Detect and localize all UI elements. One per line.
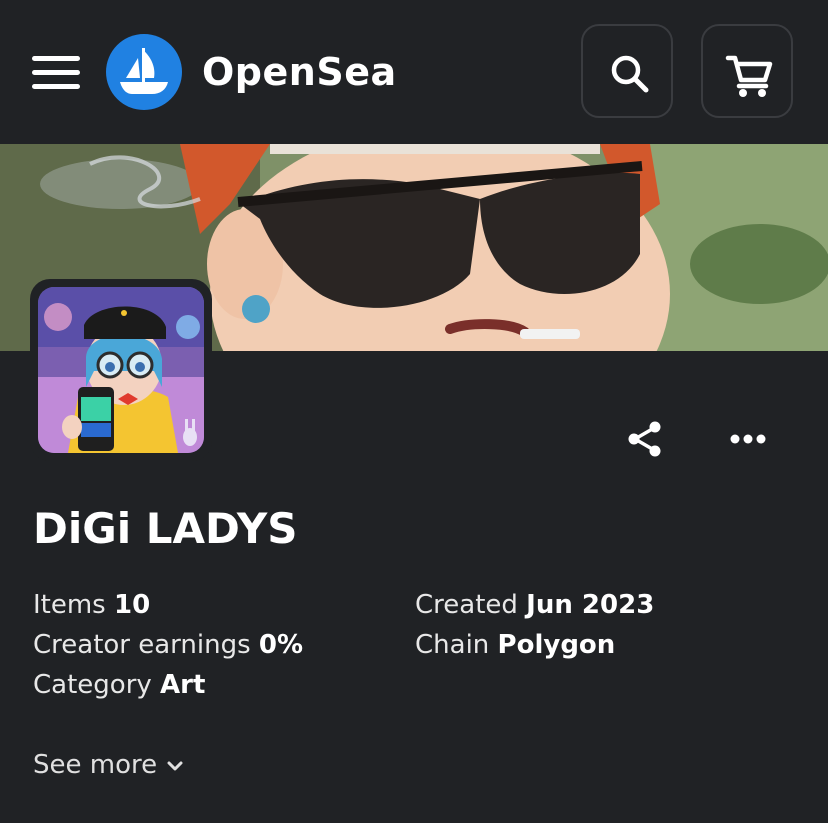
- items-value: 10: [114, 590, 151, 620]
- chain-detail: Chain Polygon: [415, 627, 615, 663]
- opensea-logo-icon[interactable]: [106, 34, 182, 110]
- creator-earnings-value: 0%: [258, 630, 304, 660]
- see-more-label: See more: [33, 750, 158, 780]
- top-nav-bar: OpenSea: [0, 0, 828, 144]
- creator-earnings-detail: Creator earnings 0%: [33, 627, 303, 663]
- chain-value: Polygon: [497, 630, 616, 660]
- category-detail: Category Art: [33, 667, 205, 703]
- category-label: Category: [33, 670, 152, 700]
- more-dots-icon[interactable]: [728, 426, 768, 452]
- created-label: Created: [415, 590, 518, 620]
- hamburger-menu-icon[interactable]: [32, 54, 80, 90]
- share-icon[interactable]: [624, 418, 666, 460]
- brand-name[interactable]: OpenSea: [202, 46, 397, 98]
- chevron-down-icon: [165, 756, 185, 776]
- see-more-button[interactable]: See more: [33, 746, 185, 784]
- items-detail: Items 10: [33, 587, 150, 623]
- search-button[interactable]: [581, 24, 673, 118]
- items-label: Items: [33, 590, 106, 620]
- collection-avatar: [30, 279, 212, 461]
- creator-earnings-label: Creator earnings: [33, 630, 251, 660]
- category-value: Art: [160, 670, 206, 700]
- cart-button[interactable]: [701, 24, 793, 118]
- collection-title: DiGi LADYS: [33, 504, 298, 553]
- search-icon: [611, 55, 649, 93]
- avatar-image: [38, 287, 204, 453]
- shopping-cart-icon: [725, 55, 773, 97]
- created-detail: Created Jun 2023: [415, 587, 654, 623]
- chain-label: Chain: [415, 630, 490, 660]
- created-value: Jun 2023: [526, 590, 655, 620]
